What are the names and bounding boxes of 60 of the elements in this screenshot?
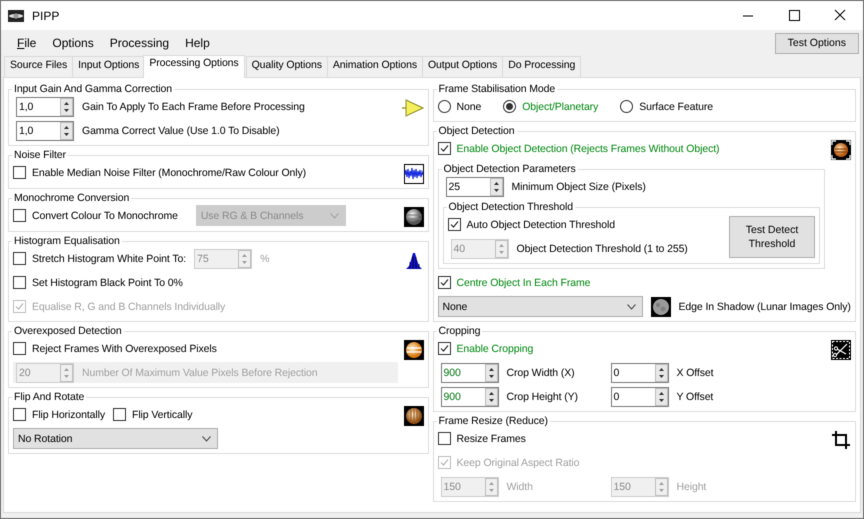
field-label: Number Of Maximum Value Pixels Before Rejection xyxy=(82,366,318,378)
menu-item[interactable]: Processing xyxy=(102,33,178,53)
field-label: Y Offset xyxy=(676,390,714,402)
tab[interactable]: Do Processing xyxy=(502,56,582,77)
group-title: Object Detection xyxy=(438,124,516,138)
field-label: X Offset xyxy=(676,366,714,378)
dropdown[interactable]: No Rotation xyxy=(13,428,218,449)
window-title: PIPP xyxy=(32,8,60,22)
field-label: Gamma Correct Value (Use 1.0 To Disable) xyxy=(82,124,280,136)
group-title: Overexposed Detection xyxy=(13,324,123,338)
group-title: Frame Resize (Reduce) xyxy=(438,414,549,428)
spin-field[interactable]: 0 xyxy=(610,362,668,382)
spin-field[interactable]: 900 xyxy=(440,386,498,406)
spin-field[interactable]: 1,0 xyxy=(16,96,74,116)
group-title: Flip And Rotate xyxy=(13,390,86,404)
group-title: Frame Stabilisation Mode xyxy=(438,82,556,96)
field-label: Edge In Shadow (Lunar Images Only) xyxy=(678,300,851,312)
tab[interactable]: Source Files xyxy=(4,56,74,77)
spin-field[interactable]: 25 xyxy=(446,176,504,196)
checkbox[interactable]: Enable Cropping xyxy=(438,342,534,355)
group-title: Object Detection Parameters xyxy=(442,162,577,176)
checkbox[interactable]: Enable Object Detection (Rejects Frames Without Object) xyxy=(438,142,720,155)
menu-item[interactable]: Options xyxy=(44,33,102,53)
tab[interactable]: Quality Options xyxy=(246,56,328,77)
group-title: Input Gain And Gamma Correction xyxy=(13,82,173,96)
tab[interactable]: Processing Options xyxy=(143,55,245,78)
menu-item[interactable]: Help xyxy=(177,33,218,53)
field-label: Height xyxy=(676,480,706,492)
field-label: Object Detection Threshold (1 to 255) xyxy=(516,242,688,254)
group-title: Object Detection Threshold xyxy=(448,200,574,214)
checkbox[interactable]: Resize Frames xyxy=(438,432,526,445)
checkbox[interactable]: Flip Horizontally xyxy=(13,408,105,421)
menu-item[interactable]: File xyxy=(9,33,44,53)
field-label: Crop Height (Y) xyxy=(506,390,579,402)
checkbox[interactable]: Flip Vertically xyxy=(113,408,192,421)
field-label: Width xyxy=(506,480,534,492)
dropdown[interactable]: None xyxy=(438,296,642,317)
checkbox[interactable]: Auto Object Detection Threshold xyxy=(448,218,615,231)
checkbox[interactable]: Convert Colour To Monochrome xyxy=(13,209,178,222)
field-label: Minimum Object Size (Pixels) xyxy=(512,180,646,192)
group-title: Histogram Equalisation xyxy=(13,234,121,248)
field-label: Crop Width (X) xyxy=(506,366,576,378)
radio-button[interactable]: Surface Feature xyxy=(620,100,714,113)
checkbox[interactable]: Reject Frames With Overexposed Pixels xyxy=(13,342,217,355)
test-options-button[interactable]: Test Options xyxy=(774,32,859,54)
checkbox[interactable]: Centre Object In Each Frame xyxy=(438,276,590,289)
spin-field[interactable]: 0 xyxy=(610,386,668,406)
radio-button[interactable]: None xyxy=(438,100,482,113)
field-label: Gain To Apply To Each Frame Before Processing xyxy=(82,100,305,112)
field-label: % xyxy=(260,252,270,264)
checkbox[interactable]: Enable Median Noise Filter (Monochrome/Raw Colour Only) xyxy=(13,166,306,179)
group-title: Cropping xyxy=(438,324,482,338)
spin-field[interactable]: 1,0 xyxy=(16,120,74,140)
action-button[interactable]: Test Detect Threshold xyxy=(729,216,815,258)
spin-field[interactable]: 900 xyxy=(440,362,498,382)
group-title: Monochrome Conversion xyxy=(13,191,130,205)
radio-button[interactable]: Object/Planetary xyxy=(503,100,598,113)
checkbox[interactable]: Stretch Histogram White Point To: xyxy=(13,252,186,265)
checkbox[interactable]: Set Histogram Black Point To 0% xyxy=(13,276,183,289)
group-title: Noise Filter xyxy=(13,148,67,162)
